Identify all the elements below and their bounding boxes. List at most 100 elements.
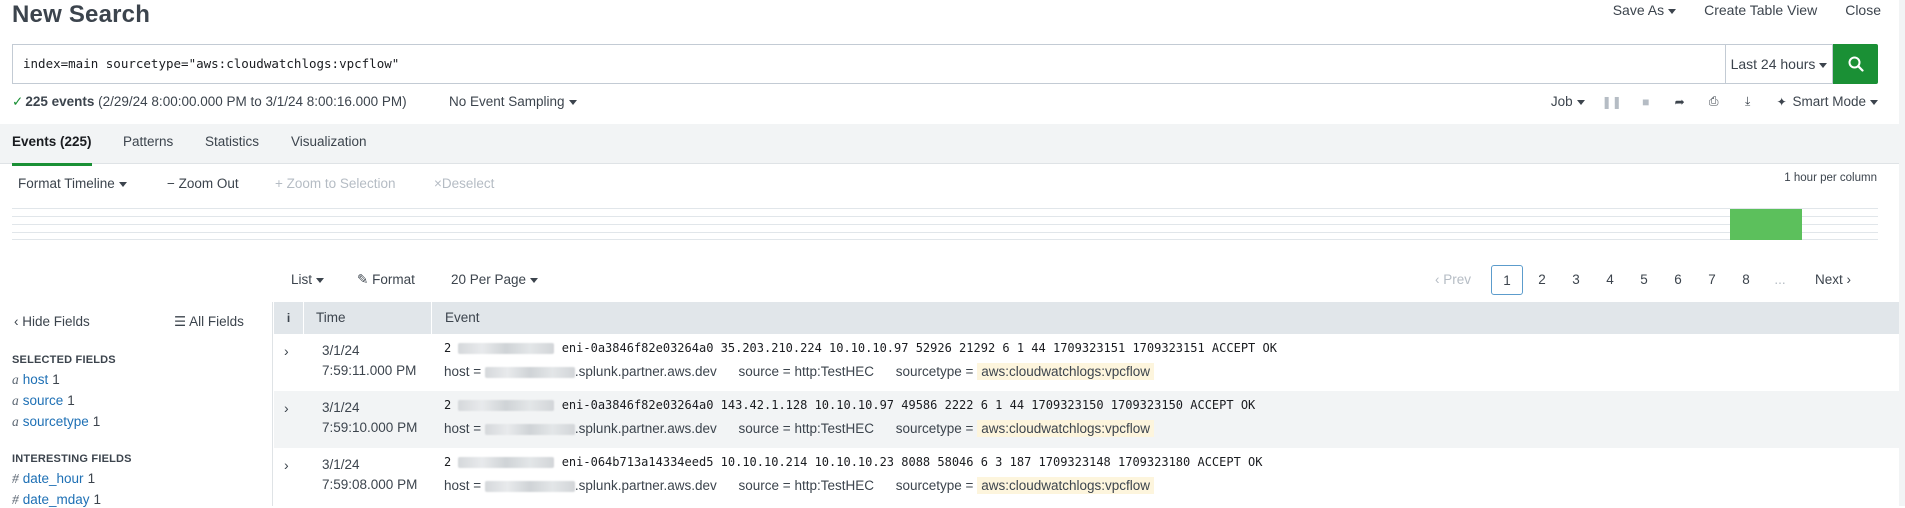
timeline-chart[interactable] [12,204,1878,240]
sourcetype-value[interactable]: aws:cloudwatchlogs:vpcflow [977,477,1155,494]
share-icon[interactable]: ➦ [1673,95,1687,109]
page-header: New Search Save As Create Table View Clo… [0,0,1905,36]
close-button[interactable]: Close [1845,2,1881,18]
event-raw-prefix: 2 [444,398,452,412]
event-time[interactable]: 3/1/24 7:59:08.000 PM [322,455,417,495]
field-count: 1 [93,492,102,507]
redacted-host [484,480,575,492]
tab-statistics[interactable]: Statistics [205,134,259,149]
chevron-right-icon[interactable]: › [284,343,289,359]
search-mode-menu[interactable]: ✦ Smart Mode [1775,94,1878,109]
field-name: date_hour [22,471,84,486]
all-fields-button[interactable]: ☰ All Fields [174,314,244,330]
field-item[interactable]: a source 1 [12,393,75,409]
field-type-icon: a [12,414,19,429]
list-view-menu[interactable]: List [291,272,325,287]
host-value[interactable]: .splunk.partner.aws.dev [575,421,717,436]
plus-icon: + [275,176,283,191]
pause-icon[interactable]: ❚❚ [1602,95,1622,109]
event-sampling-dropdown[interactable]: No Event Sampling [449,94,577,109]
event-date: 3/1/24 [322,457,360,472]
event-time[interactable]: 3/1/24 7:59:11.000 PM [322,341,416,381]
page-button[interactable]: 3 [1559,265,1593,295]
timeline-bar[interactable] [1730,209,1802,240]
zoom-to-selection-label: Zoom to Selection [286,176,396,191]
host-value[interactable]: .splunk.partner.aws.dev [575,364,717,379]
sourcetype-value[interactable]: aws:cloudwatchlogs:vpcflow [977,363,1155,380]
hide-fields-button[interactable]: ‹ Hide Fields [14,314,90,329]
sourcetype-value[interactable]: aws:cloudwatchlogs:vpcflow [977,420,1155,437]
timeline-toolbar: Format Timeline − Zoom Out + Zoom to Sel… [0,172,1905,196]
redacted-account [458,400,555,411]
source-value[interactable]: http:TestHEC [794,364,874,379]
deselect-button[interactable]: ×Deselect [434,176,494,191]
tab-patterns[interactable]: Patterns [123,134,173,149]
time-range-picker[interactable]: Last 24 hours [1725,44,1833,84]
prev-page-button[interactable]: ‹ Prev [1417,265,1489,295]
source-value[interactable]: http:TestHEC [794,421,874,436]
tab-events[interactable]: Events (225) [12,134,92,166]
per-page-menu[interactable]: 20 Per Page [451,272,539,287]
create-table-view-button[interactable]: Create Table View [1704,2,1817,18]
page-button[interactable]: 2 [1525,265,1559,295]
event-time[interactable]: 3/1/24 7:59:10.000 PM [322,398,417,438]
search-input[interactable]: index=main sourcetype="aws:cloudwatchlog… [12,44,1725,84]
field-item[interactable]: a host 1 [12,372,60,388]
hide-fields-label: Hide Fields [22,314,90,329]
format-timeline-label: Format Timeline [18,176,115,191]
event-clock: 7:59:08.000 PM [322,477,418,492]
search-mode-label: Smart Mode [1792,94,1866,109]
info-column-header[interactable]: i [274,302,304,334]
field-item[interactable]: # date_hour 1 [12,471,95,487]
job-menu[interactable]: Job [1551,94,1585,109]
page-button[interactable]: 5 [1627,265,1661,295]
page-button[interactable]: 1 [1491,265,1523,295]
source-value[interactable]: http:TestHEC [794,478,874,493]
page-button[interactable]: 4 [1593,265,1627,295]
format-button[interactable]: ✎ Format [357,272,415,288]
page-title: New Search [12,1,151,28]
zoom-to-selection-button[interactable]: + Zoom to Selection [275,176,395,191]
timeline-gridline [12,232,1878,233]
tab-visualization[interactable]: Visualization [291,134,367,149]
format-timeline-menu[interactable]: Format Timeline [18,176,127,191]
export-icon[interactable]: ⤓ [1741,94,1755,109]
zoom-out-button[interactable]: − Zoom Out [167,176,239,191]
search-button[interactable] [1833,44,1878,84]
field-name: host [22,372,49,387]
host-label: host = [444,421,482,436]
chevron-right-icon[interactable]: › [284,457,289,473]
next-page-button[interactable]: Next › [1797,265,1869,295]
event-raw: 2 eni-064b713a14334eed5 10.10.10.214 10.… [444,455,1263,469]
field-count: 1 [87,471,96,486]
caret-down-icon [1819,62,1828,68]
sourcetype-label: sourcetype = [895,478,974,493]
print-icon[interactable]: ⎙ [1707,94,1721,109]
list-view-label: List [291,272,313,287]
page-button[interactable]: 8 [1729,265,1763,295]
chevron-left-icon: ‹ [14,314,19,329]
time-column-header[interactable]: Time [304,302,432,334]
source-label: source = [738,364,791,379]
page-ellipsis: ... [1774,272,1786,287]
event-date: 3/1/24 [322,343,360,358]
format-label: Format [372,272,415,287]
search-status: ✓ 225 events (2/29/24 8:00:00.000 PM to 3… [12,94,1878,114]
prev-page-label: Prev [1443,272,1472,287]
list-icon: ☰ [174,314,187,329]
host-value[interactable]: .splunk.partner.aws.dev [575,478,717,493]
events-table-header: i Time Event [274,302,1905,334]
pencil-icon: ✎ [357,272,369,287]
field-item[interactable]: a sourcetype 1 [12,414,100,430]
save-as-menu[interactable]: Save As [1613,2,1677,18]
results-toolbar: List ✎ Format 20 Per Page ‹ Prev 1 2 3 4… [0,265,1905,296]
page-button[interactable]: 6 [1661,265,1695,295]
chevron-right-icon[interactable]: › [284,400,289,416]
sidebar-toolbar: ‹ Hide Fields ☰ All Fields [0,314,273,334]
event-fields: host = .splunk.partner.aws.dev source = … [444,477,1155,494]
event-raw-prefix: 2 [444,341,452,355]
field-type-icon: a [12,372,19,387]
page-scrollbar[interactable] [1899,0,1905,506]
stop-icon[interactable]: ■ [1639,95,1653,109]
page-button[interactable]: 7 [1695,265,1729,295]
